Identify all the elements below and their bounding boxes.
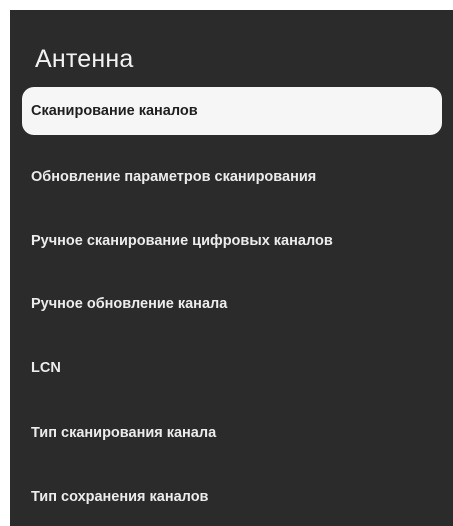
menu-item-label: Тип сохранения каналов	[31, 489, 209, 505]
menu-item-label: Ручное сканирование цифровых каналов	[31, 233, 333, 249]
menu-item-update-scan-parameters[interactable]: Обновление параметров сканирования	[22, 153, 442, 201]
menu-item-manual-channel-update[interactable]: Ручное обновление канала	[22, 280, 442, 328]
menu-item-label: Тип сканирования канала	[31, 425, 217, 441]
menu-item-label: Ручное обновление канала	[31, 296, 228, 312]
menu-item-channel-scan-type[interactable]: Тип сканирования канала	[22, 409, 442, 457]
menu-item-channel-storage-type[interactable]: Тип сохранения каналов	[22, 473, 442, 521]
menu-item-label: Сканирование каналов	[31, 103, 198, 119]
menu-item-manual-digital-scan[interactable]: Ручное сканирование цифровых каналов	[22, 217, 442, 265]
page-title: Антенна	[35, 45, 134, 73]
settings-panel: Антенна Сканирование каналов Обновление …	[10, 10, 453, 526]
menu-item-label: Обновление параметров сканирования	[31, 169, 317, 185]
menu-item-channel-scan[interactable]: Сканирование каналов	[22, 87, 442, 135]
menu-item-label: LCN	[31, 360, 61, 376]
menu-item-lcn[interactable]: LCN	[22, 344, 442, 392]
